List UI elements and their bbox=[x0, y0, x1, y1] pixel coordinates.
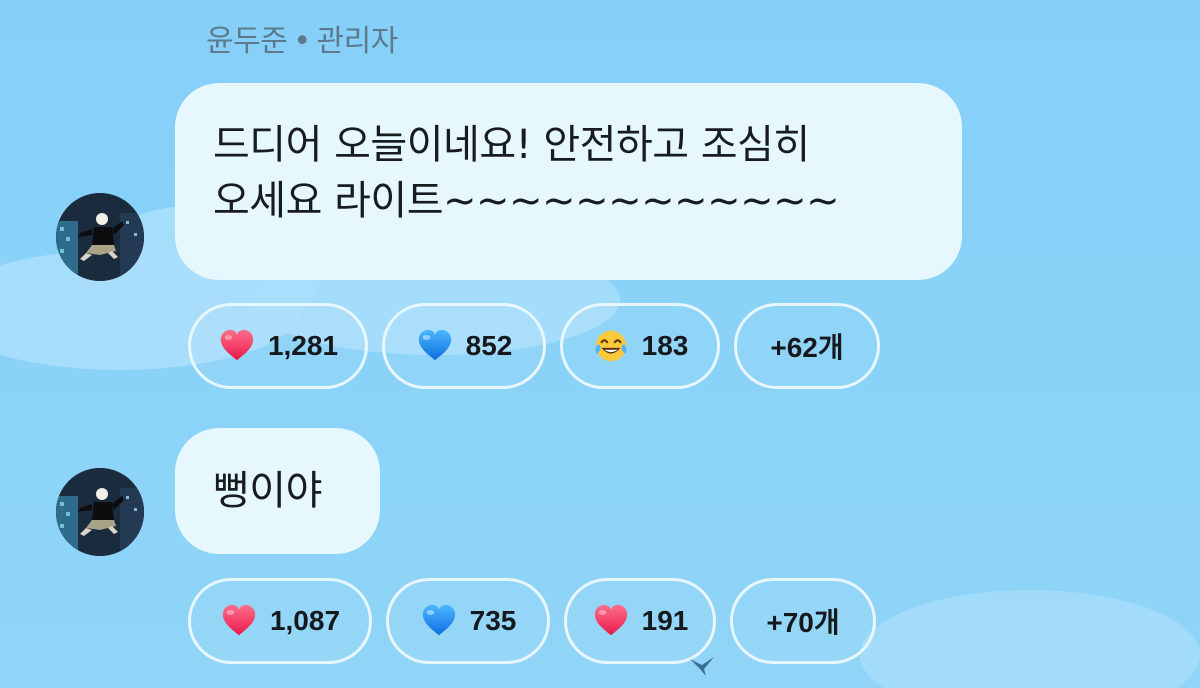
reaction-chip-red-heart[interactable]: 1,087 bbox=[188, 578, 372, 664]
reaction-count: 735 bbox=[469, 605, 517, 636]
blue-heart-icon bbox=[420, 602, 458, 640]
avatar[interactable] bbox=[56, 468, 144, 556]
avatar[interactable] bbox=[56, 193, 144, 281]
reaction-count: 1,087 bbox=[269, 605, 341, 636]
reaction-bar: 1,281 852 183 +62개 bbox=[188, 303, 880, 389]
message-text-line: 드디어 오늘이네요! 안전하고 조심히 bbox=[213, 122, 810, 168]
reaction-chip-tears-of-joy[interactable]: 183 bbox=[560, 303, 720, 389]
avatar-photo bbox=[56, 468, 144, 556]
message-text-line: 오세요 라이트~~~~~~~~~~~~ bbox=[213, 178, 840, 224]
sender-separator: • bbox=[293, 24, 311, 59]
reaction-count: 183 bbox=[641, 330, 689, 361]
more-reactions-label: +62개 bbox=[770, 332, 844, 363]
blue-heart-icon bbox=[416, 327, 454, 365]
bird-icon bbox=[690, 657, 714, 676]
more-reactions-label: +70개 bbox=[766, 607, 840, 638]
reaction-count: 191 bbox=[641, 605, 689, 636]
sender-header: 윤두준 • 관리자 bbox=[206, 16, 398, 60]
red-heart-icon bbox=[220, 602, 258, 640]
message-text-line: 뻥이야 bbox=[213, 468, 322, 514]
red-heart-icon bbox=[592, 602, 630, 640]
cloud-shape bbox=[860, 590, 1200, 688]
sender-role: 관리자 bbox=[316, 24, 399, 59]
avatar-photo bbox=[56, 193, 144, 281]
reaction-chip-blue-heart[interactable]: 852 bbox=[382, 303, 546, 389]
message-bubble[interactable]: 드디어 오늘이네요! 안전하고 조심히 오세요 라이트~~~~~~~~~~~~ bbox=[175, 83, 962, 280]
more-reactions-button[interactable]: +62개 bbox=[734, 303, 880, 389]
reaction-count: 852 bbox=[465, 330, 513, 361]
message-bubble[interactable]: 뻥이야 bbox=[175, 428, 380, 554]
reaction-chip-red-heart[interactable]: 191 bbox=[564, 578, 716, 664]
sender-name: 윤두준 bbox=[206, 24, 288, 59]
red-heart-icon bbox=[218, 327, 256, 365]
tears-of-joy-icon bbox=[592, 327, 630, 365]
reaction-chip-blue-heart[interactable]: 735 bbox=[386, 578, 550, 664]
reaction-chip-red-heart[interactable]: 1,281 bbox=[188, 303, 368, 389]
reaction-bar: 1,087 735 191 +70개 bbox=[188, 578, 876, 664]
more-reactions-button[interactable]: +70개 bbox=[730, 578, 876, 664]
reaction-count: 1,281 bbox=[267, 330, 339, 361]
